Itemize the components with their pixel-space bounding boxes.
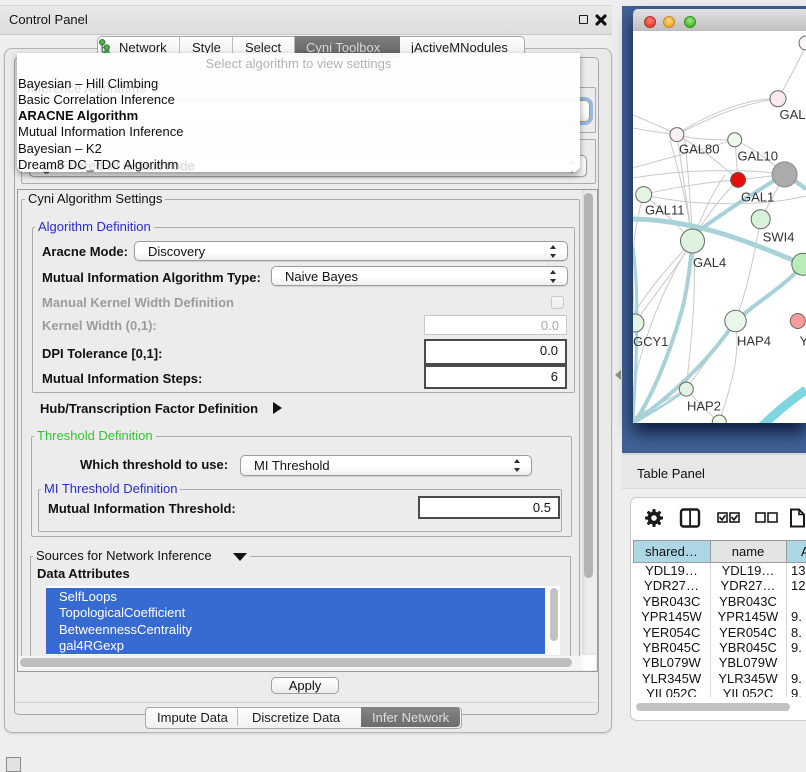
svg-text:Y: Y — [800, 334, 806, 349]
svg-text:GAL80: GAL80 — [679, 142, 719, 157]
svg-text:GAL: GAL — [780, 107, 806, 122]
svg-text:GAL10: GAL10 — [738, 149, 778, 164]
svg-text:HAP4: HAP4 — [737, 334, 771, 349]
svg-text:GAL1: GAL1 — [741, 190, 774, 205]
svg-text:GAL11: GAL11 — [645, 203, 685, 218]
svg-text:GAL4: GAL4 — [693, 255, 726, 270]
svg-text:HAP2: HAP2 — [687, 399, 721, 414]
svg-text:SWI4: SWI4 — [763, 230, 795, 245]
svg-text:GCY1: GCY1 — [633, 334, 668, 349]
